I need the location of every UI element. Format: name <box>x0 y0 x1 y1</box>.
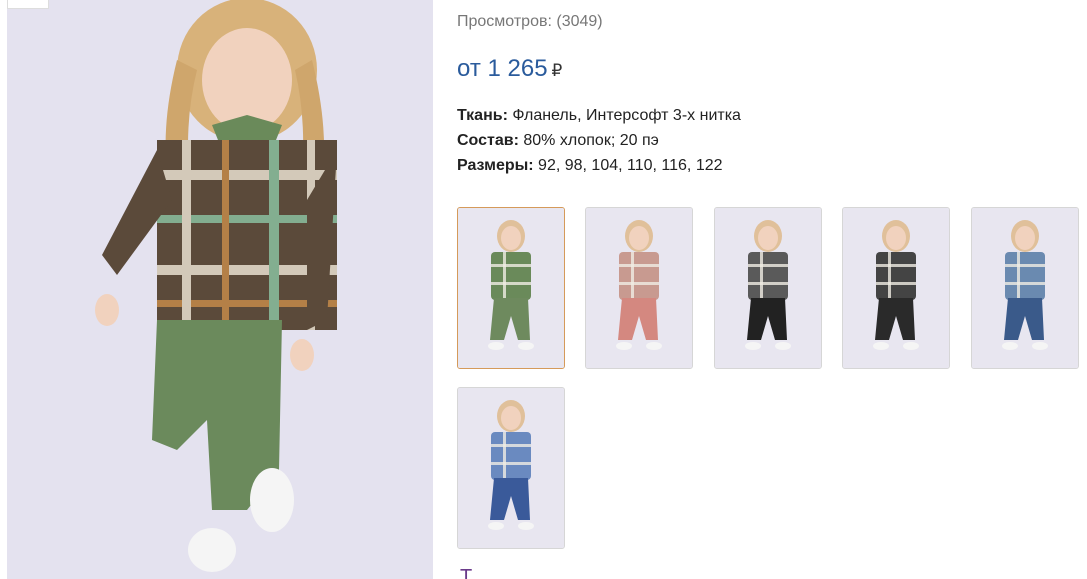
thumb-blue-plaid-image <box>458 388 564 548</box>
zoom-corner-tab <box>7 0 49 9</box>
property-composition: Состав: 80% хлопок; 20 пэ <box>457 128 741 153</box>
thumb-boy-black-plaid[interactable] <box>842 207 950 369</box>
thumb-blue-plaid[interactable] <box>457 387 565 549</box>
property-sizes: Размеры: 92, 98, 104, 110, 116, 122 <box>457 153 741 178</box>
property-label: Состав: <box>457 132 519 149</box>
thumb-boy-black-plaid-image <box>843 208 949 368</box>
views-count: Просмотров: (3049) <box>457 13 603 30</box>
thumb-pink-plaid[interactable] <box>585 207 693 369</box>
property-label: Ткань: <box>457 107 508 124</box>
property-value: 80% хлопок; 20 пэ <box>518 132 659 149</box>
property-value: 92, 98, 104, 110, 116, 122 <box>533 157 723 174</box>
currency-sign: ₽ <box>551 61 563 80</box>
property-fabric: Ткань: Фланель, Интерсофт 3-х нитка <box>457 103 741 128</box>
thumb-green-plaid[interactable] <box>457 207 565 369</box>
thumb-boy-blue-plaid-image <box>972 208 1078 368</box>
property-label: Размеры: <box>457 157 534 174</box>
thumb-black-white-plaid[interactable] <box>714 207 822 369</box>
product-properties: Ткань: Фланель, Интерсофт 3-х нитка Сост… <box>457 103 741 178</box>
thumb-pink-plaid-image <box>586 208 692 368</box>
price-value: от 1 265 <box>457 55 548 82</box>
price: от 1 265 ₽ <box>457 55 562 83</box>
thumb-black-white-plaid-image <box>715 208 821 368</box>
main-product-photo[interactable] <box>7 0 433 579</box>
thumb-boy-blue-plaid[interactable] <box>971 207 1079 369</box>
section-heading-partial: Т... <box>460 566 487 579</box>
thumb-green-plaid-image <box>458 208 564 368</box>
property-value: Фланель, Интерсофт 3-х нитка <box>507 107 741 124</box>
